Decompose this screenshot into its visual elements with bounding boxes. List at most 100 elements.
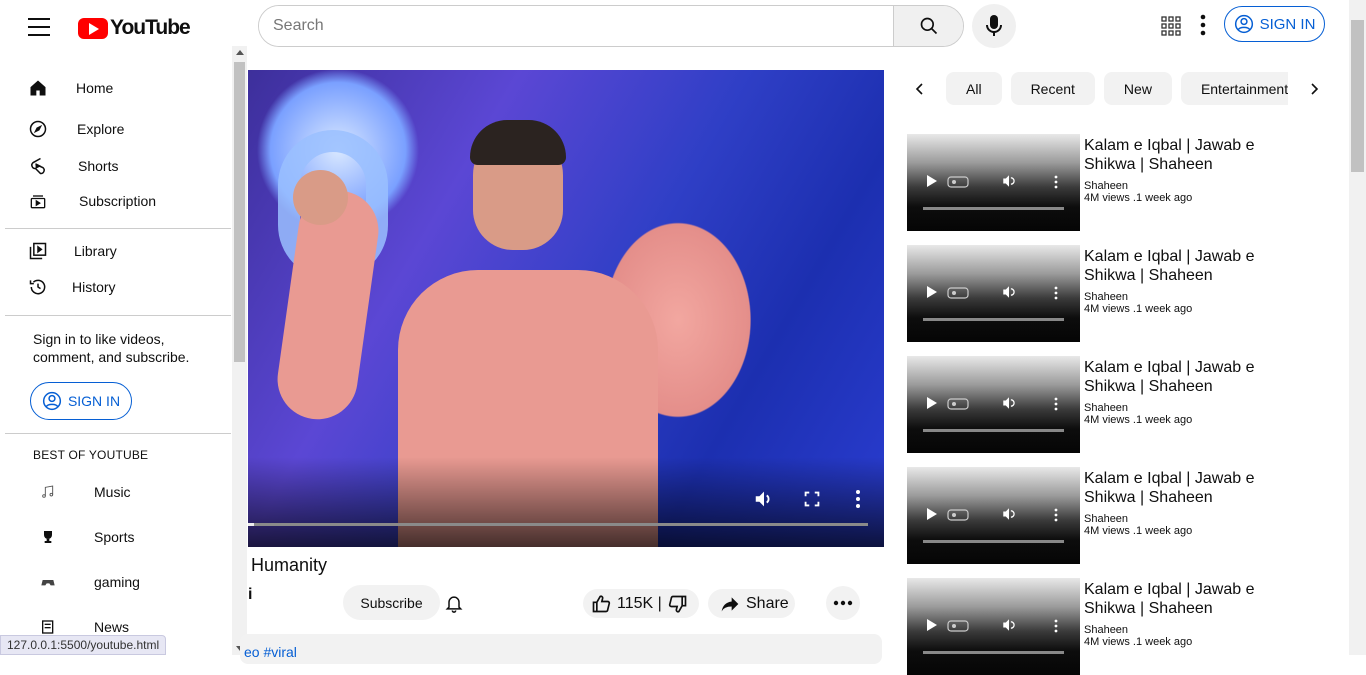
chip-new[interactable]: New [1103,72,1172,105]
thumbnail-more-icon [1054,175,1058,189]
play-icon [927,508,937,520]
recommendation-channel[interactable]: Shaheen [1084,402,1128,414]
recommendation-card[interactable]: Kalam e Iqbal | Jawab e Shikwa | Shaheen… [907,134,1337,231]
chip-entertainment[interactable]: Entertainment [1180,72,1288,105]
video-thumbnail[interactable] [907,134,1080,231]
recommendation-channel[interactable]: Shaheen [1084,291,1128,303]
sidebar-divider [5,315,231,316]
share-button[interactable]: Share [708,589,795,618]
like-icon[interactable] [591,594,611,614]
sidebar-item-subscription[interactable]: Subscription [28,191,156,211]
sidebar-divider [5,433,231,434]
like-count: 115K | [617,594,662,612]
recommendation-card[interactable]: Kalam e Iqbal | Jawab e Shikwa | Shaheen… [907,356,1337,453]
youtube-logo[interactable]: YouTube [78,14,191,42]
video-thumbnail[interactable] [907,467,1080,564]
recommendation-meta: 4M views .1 week ago [1084,636,1193,648]
bell-icon[interactable] [444,592,464,619]
scrollbar-thumb[interactable] [234,62,245,362]
video-progress-bar[interactable] [248,523,868,526]
sidebar-item-home[interactable]: Home [28,78,113,98]
sidebar-item-explore[interactable]: Explore [28,119,124,139]
volume-icon [1003,397,1015,409]
chip-all[interactable]: All [946,72,1002,105]
recommendation-title[interactable]: Kalam e Iqbal | Jawab e Shikwa | Shaheen [1084,469,1304,507]
recommendation-channel[interactable]: Shaheen [1084,180,1128,192]
history-icon [29,279,46,295]
sidebar-item-label: Library [74,243,117,259]
signin-label: SIGN IN [1259,15,1316,33]
sidebar-item-label: Home [76,80,114,96]
recommendation-title[interactable]: Kalam e Iqbal | Jawab e Shikwa | Shaheen [1084,136,1304,174]
recommendation-channel[interactable]: Shaheen [1084,513,1128,525]
video-thumbnail[interactable] [907,578,1080,675]
scroll-up-arrow-icon[interactable] [236,50,244,55]
sidebar-item-news[interactable]: News [40,619,129,635]
subscribe-label: Subscribe [360,594,423,611]
sidebar-item-label: History [72,279,116,295]
search-button[interactable] [893,6,963,46]
search-input[interactable] [259,6,893,46]
chevron-right-icon[interactable] [1308,80,1322,103]
chevron-left-icon[interactable] [912,80,926,103]
sidebar: Home Explore Shorts Subscription Library… [0,60,232,655]
thumbnail-more-icon [1054,397,1058,411]
share-icon [721,596,739,611]
volume-icon [1003,286,1015,298]
dislike-icon[interactable] [668,594,688,614]
pip-icon [947,509,969,521]
more-actions-button[interactable] [826,586,860,620]
recommendation-title[interactable]: Kalam e Iqbal | Jawab e Shikwa | Shaheen [1084,358,1304,396]
sidebar-scrollbar[interactable] [232,46,247,655]
recommendation-channel[interactable]: Shaheen [1084,624,1128,636]
signin-prompt: Sign in to like videos, comment, and sub… [33,331,190,365]
sidebar-item-label: Subscription [79,193,157,209]
shorts-icon [31,157,45,175]
fullscreen-icon[interactable] [801,488,823,510]
video-title: Humanity [251,555,328,575]
sidebar-divider [5,228,231,229]
search-icon [920,17,937,35]
sidebar-item-sports[interactable]: Sports [40,529,134,545]
recommendation-card[interactable]: Kalam e Iqbal | Jawab e Shikwa | Shaheen… [907,578,1337,675]
video-progress-fill [248,523,255,526]
microphone-icon [986,15,1002,36]
chip-recent[interactable]: Recent [1010,72,1095,105]
user-circle-icon [1234,14,1253,34]
pip-icon [947,287,969,299]
sidebar-item-label: gaming [94,574,140,590]
video-player[interactable] [248,70,884,547]
sidebar-item-history[interactable]: History [28,277,116,297]
description-hashtags[interactable]: eo #viral [244,644,297,660]
recommendation-title[interactable]: Kalam e Iqbal | Jawab e Shikwa | Shaheen [1084,580,1304,618]
menu-icon[interactable] [28,18,50,36]
thumbnail-progress-bar [923,207,1064,210]
player-more-icon[interactable] [853,488,863,510]
subscribe-button[interactable]: Subscribe [343,585,440,620]
video-description[interactable]: eo #viral [240,634,882,664]
play-icon [927,397,937,409]
apps-grid-icon[interactable] [1161,16,1181,41]
recommendation-title[interactable]: Kalam e Iqbal | Jawab e Shikwa | Shaheen [1084,247,1304,285]
sidebar-item-gaming[interactable]: gaming [40,574,140,590]
more-options-icon[interactable] [1198,14,1208,41]
video-controls-gradient [248,457,884,547]
sidebar-signin-button[interactable]: SIGN IN [30,382,132,420]
sidebar-item-library[interactable]: Library [28,241,117,261]
video-thumbnail[interactable] [907,356,1080,453]
page-scrollbar[interactable] [1349,0,1366,655]
sidebar-item-shorts[interactable]: Shorts [28,156,118,176]
voice-search-button[interactable] [972,4,1016,48]
volume-icon [1003,619,1015,631]
channel-name[interactable]: i [248,586,252,604]
recommendation-card[interactable]: Kalam e Iqbal | Jawab e Shikwa | Shaheen… [907,467,1337,564]
recommendation-card[interactable]: Kalam e Iqbal | Jawab e Shikwa | Shaheen… [907,245,1337,342]
recommendation-meta: 4M views .1 week ago [1084,303,1193,315]
signin-button[interactable]: SIGN IN [1224,6,1325,42]
sidebar-item-label: News [94,619,130,635]
scrollbar-thumb[interactable] [1351,20,1364,172]
volume-icon[interactable] [753,488,775,510]
sidebar-item-music[interactable]: Music [40,484,131,500]
video-thumbnail[interactable] [907,245,1080,342]
gamepad-icon [41,580,55,586]
